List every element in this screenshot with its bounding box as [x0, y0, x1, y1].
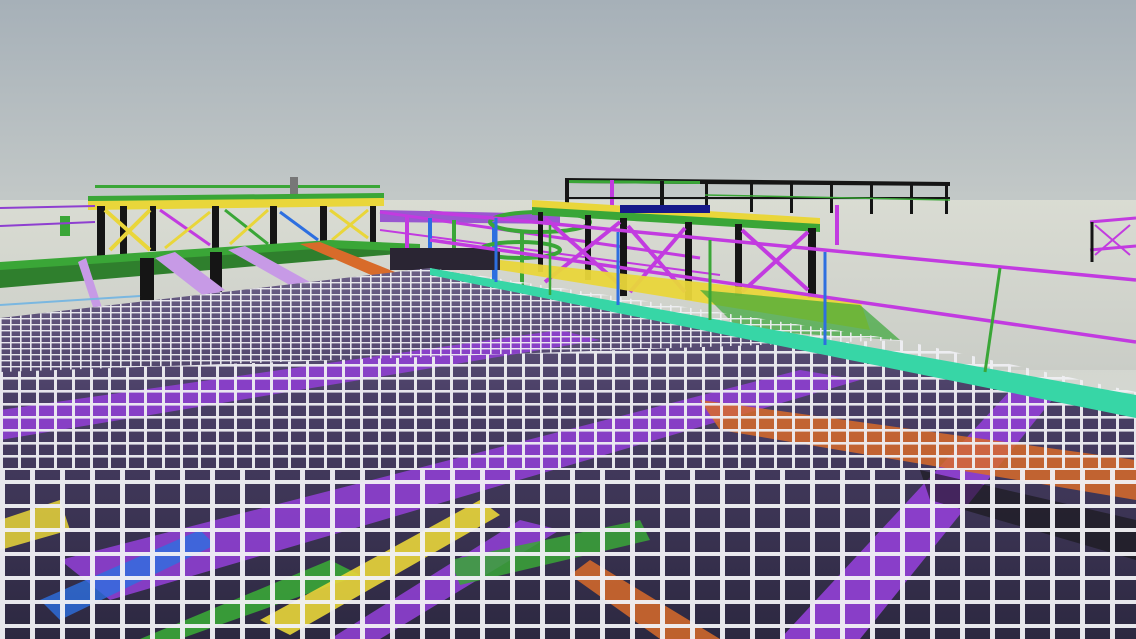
offshore-structure-render	[0, 0, 1136, 639]
